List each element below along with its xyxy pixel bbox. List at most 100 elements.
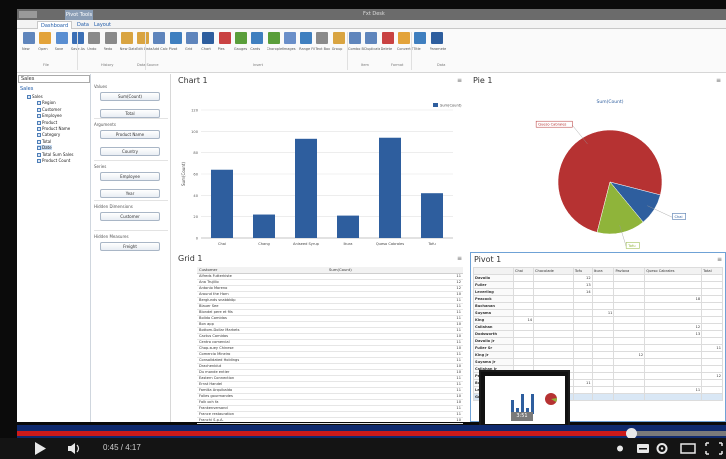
pivot-row[interactable]: Peacock 18 — [473, 295, 723, 303]
tab-data[interactable]: Data — [74, 21, 92, 29]
pivot-column-header[interactable]: Chocolade — [533, 267, 574, 275]
pivot-row[interactable]: Suyama 11 — [473, 309, 723, 317]
x-tick-label: Chang — [258, 242, 270, 246]
pivot-row[interactable]: Callahan 12 — [473, 323, 723, 331]
pivot-row[interactable]: King Jr 12 — [473, 351, 723, 359]
y-tick-label: 20 — [193, 215, 198, 219]
pivot-row[interactable]: Suyama Jr — [473, 358, 723, 366]
y-tick-label: 60 — [193, 173, 198, 177]
tab-layout[interactable]: Layout — [91, 21, 114, 29]
tree-node[interactable]: Product Name — [37, 126, 70, 131]
tab-dashboard[interactable]: Dashboard — [37, 21, 73, 29]
ribbon-button-icon[interactable] — [55, 32, 68, 44]
pivot-row[interactable]: Buchanan — [473, 302, 723, 310]
ribbon-button-label: Grid — [185, 47, 193, 51]
ribbon-button-icon[interactable] — [381, 32, 394, 44]
ribbon-button-icon[interactable] — [153, 32, 166, 44]
pivot-cell — [644, 316, 703, 324]
ribbon-button-icon[interactable] — [120, 32, 133, 44]
ribbon-button-icon[interactable] — [414, 32, 427, 44]
pivot-menu-icon[interactable]: ≡ — [717, 256, 722, 263]
pivot-row[interactable]: Leverling 14 — [473, 288, 723, 296]
ribbon-button-label: Open — [38, 47, 48, 51]
tree-node[interactable]: Employee — [37, 113, 62, 119]
ribbon-button-label: Images — [282, 47, 296, 51]
binding-button[interactable]: Year — [100, 189, 160, 198]
pivot-cell — [613, 379, 646, 387]
bar — [211, 169, 233, 238]
ribbon-button-icon[interactable] — [430, 32, 443, 44]
ribbon-button-icon[interactable] — [186, 32, 198, 44]
binding-button[interactable]: Customer — [100, 212, 160, 221]
data-source-selector[interactable]: Sales — [18, 75, 90, 83]
tree-node[interactable]: Date — [37, 145, 52, 151]
pivot-cell — [644, 302, 703, 310]
pivot-row[interactable]: Dodsworth 13 — [473, 330, 723, 338]
tree-node-label: Product Count — [42, 158, 71, 163]
binding-button[interactable]: Product Name — [100, 130, 160, 139]
ribbon-button-icon[interactable] — [283, 32, 296, 44]
legend-label: Sum(Count) — [440, 104, 462, 108]
x-tick-label: Ikura — [344, 242, 353, 246]
seek-bar-remaining[interactable] — [632, 431, 726, 436]
ribbon-button-icon[interactable] — [316, 32, 329, 44]
pie-menu-icon[interactable]: ≡ — [716, 77, 721, 84]
ribbon-button-icon[interactable] — [39, 32, 52, 44]
pivot-cell — [701, 393, 723, 401]
ribbon-button-icon[interactable] — [104, 32, 117, 44]
ribbon-button-label: Add Calculated Field — [152, 47, 168, 51]
tree-node[interactable]: Total — [37, 139, 51, 144]
pivot-column-header[interactable]: Tofu — [572, 267, 593, 275]
ribbon-button-icon[interactable] — [234, 32, 247, 44]
tree-node[interactable]: Category — [37, 132, 60, 138]
bar — [379, 137, 401, 238]
binding-button[interactable]: Freight — [100, 242, 160, 251]
tree-node[interactable]: Total Sum Sales — [37, 152, 74, 157]
pivot-column-header[interactable]: Pavlova — [613, 267, 646, 275]
tree-node[interactable]: Product Count — [37, 158, 70, 163]
pivot-cell — [512, 295, 535, 303]
pivot-row[interactable]: King 14 — [473, 316, 723, 324]
grid-menu-icon[interactable]: ≡ — [457, 255, 462, 262]
seek-bar-played[interactable] — [17, 431, 632, 436]
grid-item[interactable]: Grid 1 ≡ Customer Sum(Count) Alfreds Fut… — [175, 252, 467, 424]
ribbon-button-icon[interactable] — [332, 32, 345, 44]
ribbon-button-icon[interactable] — [137, 32, 150, 44]
pivot-cell — [613, 274, 646, 282]
quick-access-toolbar[interactable] — [19, 11, 37, 18]
ribbon-button-icon[interactable] — [23, 32, 35, 44]
ribbon-button-icon[interactable] — [365, 32, 378, 44]
ribbon-button-icon[interactable] — [169, 32, 182, 44]
data-source-root[interactable]: Sales — [20, 86, 33, 92]
tree-node[interactable]: Region — [37, 100, 56, 106]
chart-item[interactable]: Chart 1 ≡ 0 20 40 60 80 100 120 Sum(Count) Chai C… — [175, 74, 467, 252]
ribbon-button-icon[interactable] — [251, 32, 264, 44]
pivot-cell: 18 — [644, 295, 703, 303]
binding-button[interactable]: Total — [100, 109, 160, 118]
tree-node[interactable]: Sales — [27, 94, 43, 99]
pie-item[interactable]: Pie 1 ≡ Queso Cabrales Chai Tofu Sum(Count) — [470, 74, 726, 252]
pivot-row[interactable]: Davolio Jr — [473, 337, 723, 345]
pivot-column-header[interactable]: Ikura — [591, 267, 615, 275]
ribbon-button-icon[interactable] — [300, 32, 313, 44]
ribbon-button-icon[interactable] — [397, 32, 410, 44]
pivot-column-header[interactable]: Total — [701, 267, 723, 275]
pivot-row[interactable]: Davolio 12 — [473, 274, 723, 282]
tree-node[interactable]: Product — [37, 120, 57, 125]
tree-node[interactable]: Customer — [37, 107, 61, 112]
pivot-column-header[interactable] — [473, 267, 514, 275]
binding-button[interactable]: Country — [100, 147, 160, 156]
table-row[interactable]: Franchi S.p.A. 10 — [197, 417, 463, 424]
binding-button[interactable]: Sum(Count) — [100, 92, 160, 101]
pivot-row[interactable]: Fuller Sr 11 — [473, 344, 723, 352]
ribbon-button-icon[interactable] — [349, 32, 361, 44]
ribbon-button-icon[interactable] — [88, 32, 101, 44]
ribbon-button-icon[interactable] — [218, 32, 231, 44]
pivot-column-header[interactable]: Chai — [512, 267, 535, 275]
binding-button[interactable]: Employee — [100, 172, 160, 181]
ribbon-button-icon[interactable] — [202, 32, 215, 44]
ribbon-button-icon[interactable] — [267, 32, 280, 44]
pivot-row[interactable]: Fuller 13 — [473, 281, 723, 289]
pivot-column-header[interactable]: Queso Cabrales — [644, 267, 703, 275]
data-source-browser: Sales Sales Sales Region Customer Employee P… — [17, 74, 91, 422]
